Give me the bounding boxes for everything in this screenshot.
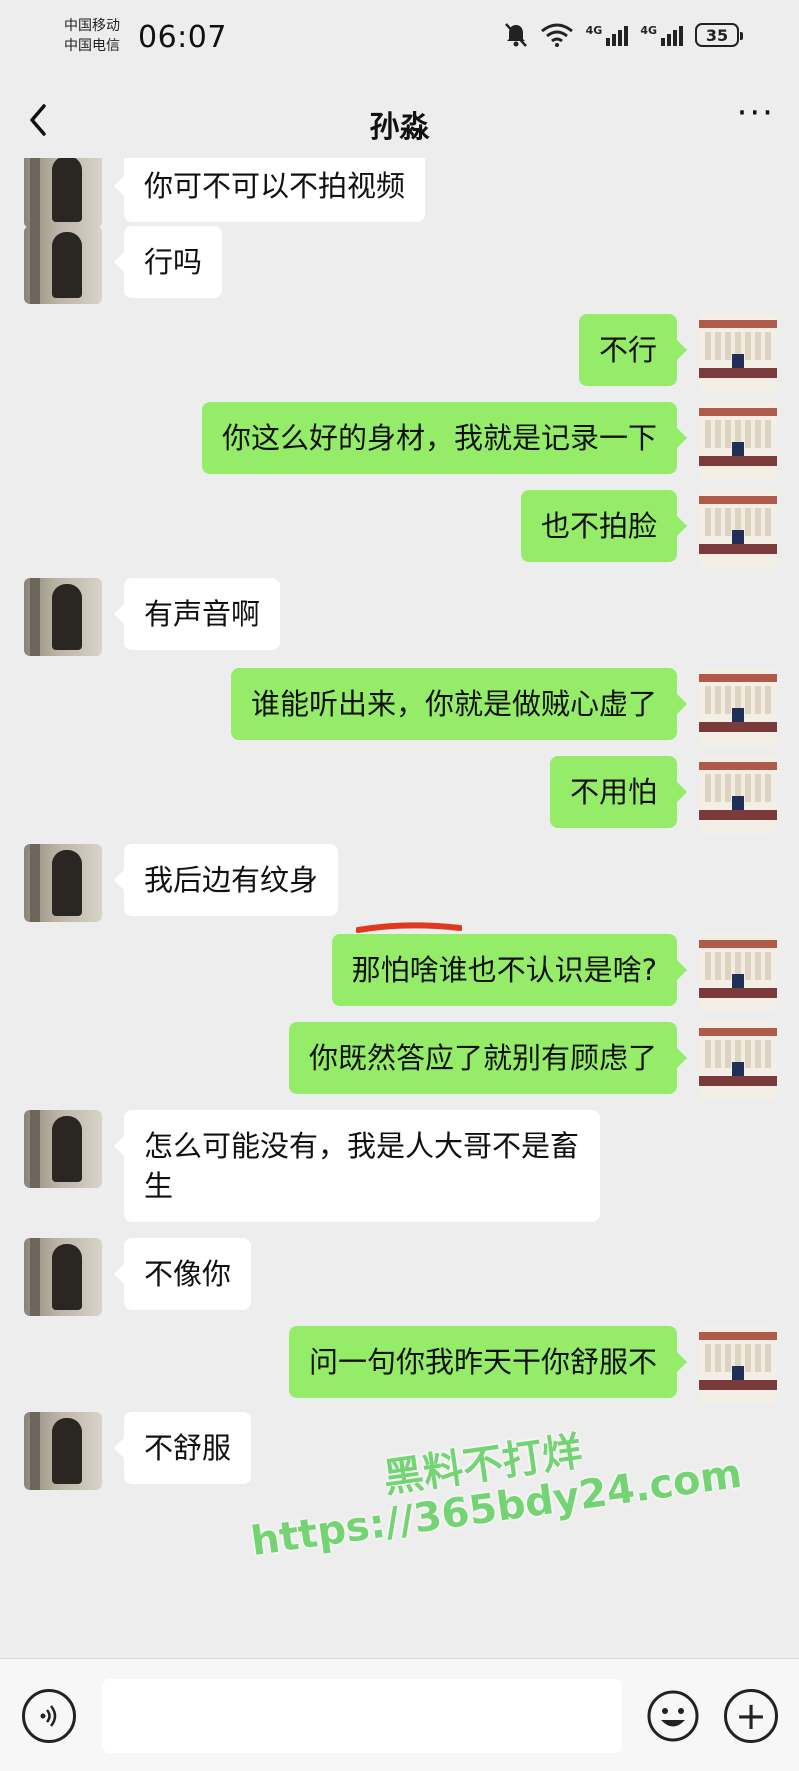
my-avatar[interactable] bbox=[699, 934, 777, 1012]
message-row-received: 有声音啊 bbox=[0, 578, 799, 656]
message-row-received: 你可不可以不拍视频 bbox=[0, 158, 799, 228]
my-avatar[interactable] bbox=[699, 1022, 777, 1100]
carrier-labels: 中国移动 中国电信 bbox=[64, 16, 120, 56]
message-row-sent: 不行 bbox=[0, 314, 799, 392]
received-message-bubble[interactable]: 不舒服 bbox=[113, 1412, 252, 1484]
contact-avatar[interactable] bbox=[24, 226, 102, 304]
contact-avatar[interactable] bbox=[24, 578, 102, 656]
more-functions-button[interactable]: + bbox=[724, 1689, 778, 1743]
chat-screen: 中国移动 中国电信 06:07 4G 4G 35 孙淼 ··· 你可不可以不拍视… bbox=[0, 0, 799, 1771]
sent-message-bubble[interactable]: 那怕啥谁也不认识是啥? bbox=[331, 934, 688, 1006]
sent-message-bubble[interactable]: 谁能听出来，你就是做贼心虚了 bbox=[230, 668, 688, 740]
red-underline-annotation bbox=[356, 922, 462, 933]
contact-avatar[interactable] bbox=[24, 1238, 102, 1316]
contact-avatar[interactable] bbox=[24, 844, 102, 922]
message-input[interactable] bbox=[102, 1679, 622, 1753]
message-row-received: 不像你 bbox=[0, 1238, 799, 1316]
message-row-sent: 你这么好的身材，我就是记录一下 bbox=[0, 402, 799, 480]
received-message-bubble[interactable]: 有声音啊 bbox=[113, 578, 281, 650]
my-avatar[interactable] bbox=[699, 756, 777, 834]
sent-message-bubble[interactable]: 不用怕 bbox=[549, 756, 688, 828]
received-message-bubble[interactable]: 不像你 bbox=[113, 1238, 252, 1310]
contact-avatar[interactable] bbox=[24, 158, 102, 228]
message-row-sent: 你既然答应了就别有顾虑了 bbox=[0, 1022, 799, 1100]
voice-wave-icon bbox=[40, 1705, 57, 1727]
emoji-icon[interactable] bbox=[646, 1689, 700, 1743]
sent-message-bubble[interactable]: 不行 bbox=[578, 314, 688, 386]
my-avatar[interactable] bbox=[699, 314, 777, 392]
received-message-bubble[interactable]: 行吗 bbox=[113, 226, 223, 298]
received-message-bubble[interactable]: 怎么可能没有，我是人大哥不是畜生 bbox=[114, 1110, 600, 1222]
message-row-sent: 不用怕 bbox=[0, 756, 799, 834]
status-time: 06:07 bbox=[138, 20, 227, 55]
contact-avatar[interactable] bbox=[24, 1110, 102, 1188]
plus-icon: + bbox=[735, 1694, 767, 1738]
input-bar: + bbox=[0, 1658, 799, 1771]
message-row-received: 怎么可能没有，我是人大哥不是畜生 bbox=[0, 1110, 799, 1222]
mute-bell-icon bbox=[504, 23, 527, 47]
wifi-icon bbox=[540, 23, 573, 47]
message-list[interactable]: 你可不可以不拍视频 行吗不行你这么好的身材，我就是记录一下也不拍脸有声音啊谁能听出… bbox=[0, 158, 799, 1658]
status-icons: 4G 4G 35 bbox=[504, 22, 743, 48]
message-row-sent: 也不拍脸 bbox=[0, 490, 799, 568]
signal-icon-1: 4G bbox=[586, 24, 629, 46]
message-row-received: 不舒服 bbox=[0, 1412, 799, 1490]
my-avatar[interactable] bbox=[699, 1326, 777, 1404]
contact-name: 孙淼 bbox=[369, 110, 430, 145]
contact-avatar[interactable] bbox=[24, 1412, 102, 1490]
more-options-icon[interactable]: ··· bbox=[737, 96, 775, 130]
chat-header: 孙淼 ··· bbox=[0, 82, 799, 158]
my-avatar[interactable] bbox=[699, 490, 777, 568]
battery-level: 35 bbox=[705, 25, 729, 45]
sent-message-bubble[interactable]: 你既然答应了就别有顾虑了 bbox=[288, 1022, 688, 1094]
sent-message-bubble[interactable]: 也不拍脸 bbox=[520, 490, 688, 562]
battery-icon: 35 bbox=[695, 23, 743, 47]
carrier-2: 中国电信 bbox=[64, 38, 120, 54]
message-row-sent: 问一句你我昨天干你舒服不 bbox=[0, 1326, 799, 1404]
sent-message-bubble[interactable]: 问一句你我昨天干你舒服不 bbox=[288, 1326, 688, 1398]
my-avatar[interactable] bbox=[699, 402, 777, 480]
sent-message-bubble[interactable]: 你这么好的身材，我就是记录一下 bbox=[201, 402, 688, 474]
message-row-received: 我后边有纹身 bbox=[0, 844, 799, 922]
my-avatar[interactable] bbox=[699, 668, 777, 746]
received-message-bubble[interactable]: 我后边有纹身 bbox=[113, 844, 339, 916]
message-row-received: 行吗 bbox=[0, 226, 799, 304]
voice-input-button[interactable] bbox=[22, 1689, 76, 1743]
message-row-sent: 谁能听出来，你就是做贼心虚了 bbox=[0, 668, 799, 746]
message-row-sent: 那怕啥谁也不认识是啥? bbox=[0, 934, 799, 1012]
carrier-1: 中国移动 bbox=[64, 18, 120, 34]
signal-icon-2: 4G bbox=[640, 24, 683, 46]
received-message-bubble[interactable]: 你可不可以不拍视频 bbox=[113, 158, 426, 222]
status-bar: 中国移动 中国电信 06:07 4G 4G 35 bbox=[0, 0, 799, 76]
